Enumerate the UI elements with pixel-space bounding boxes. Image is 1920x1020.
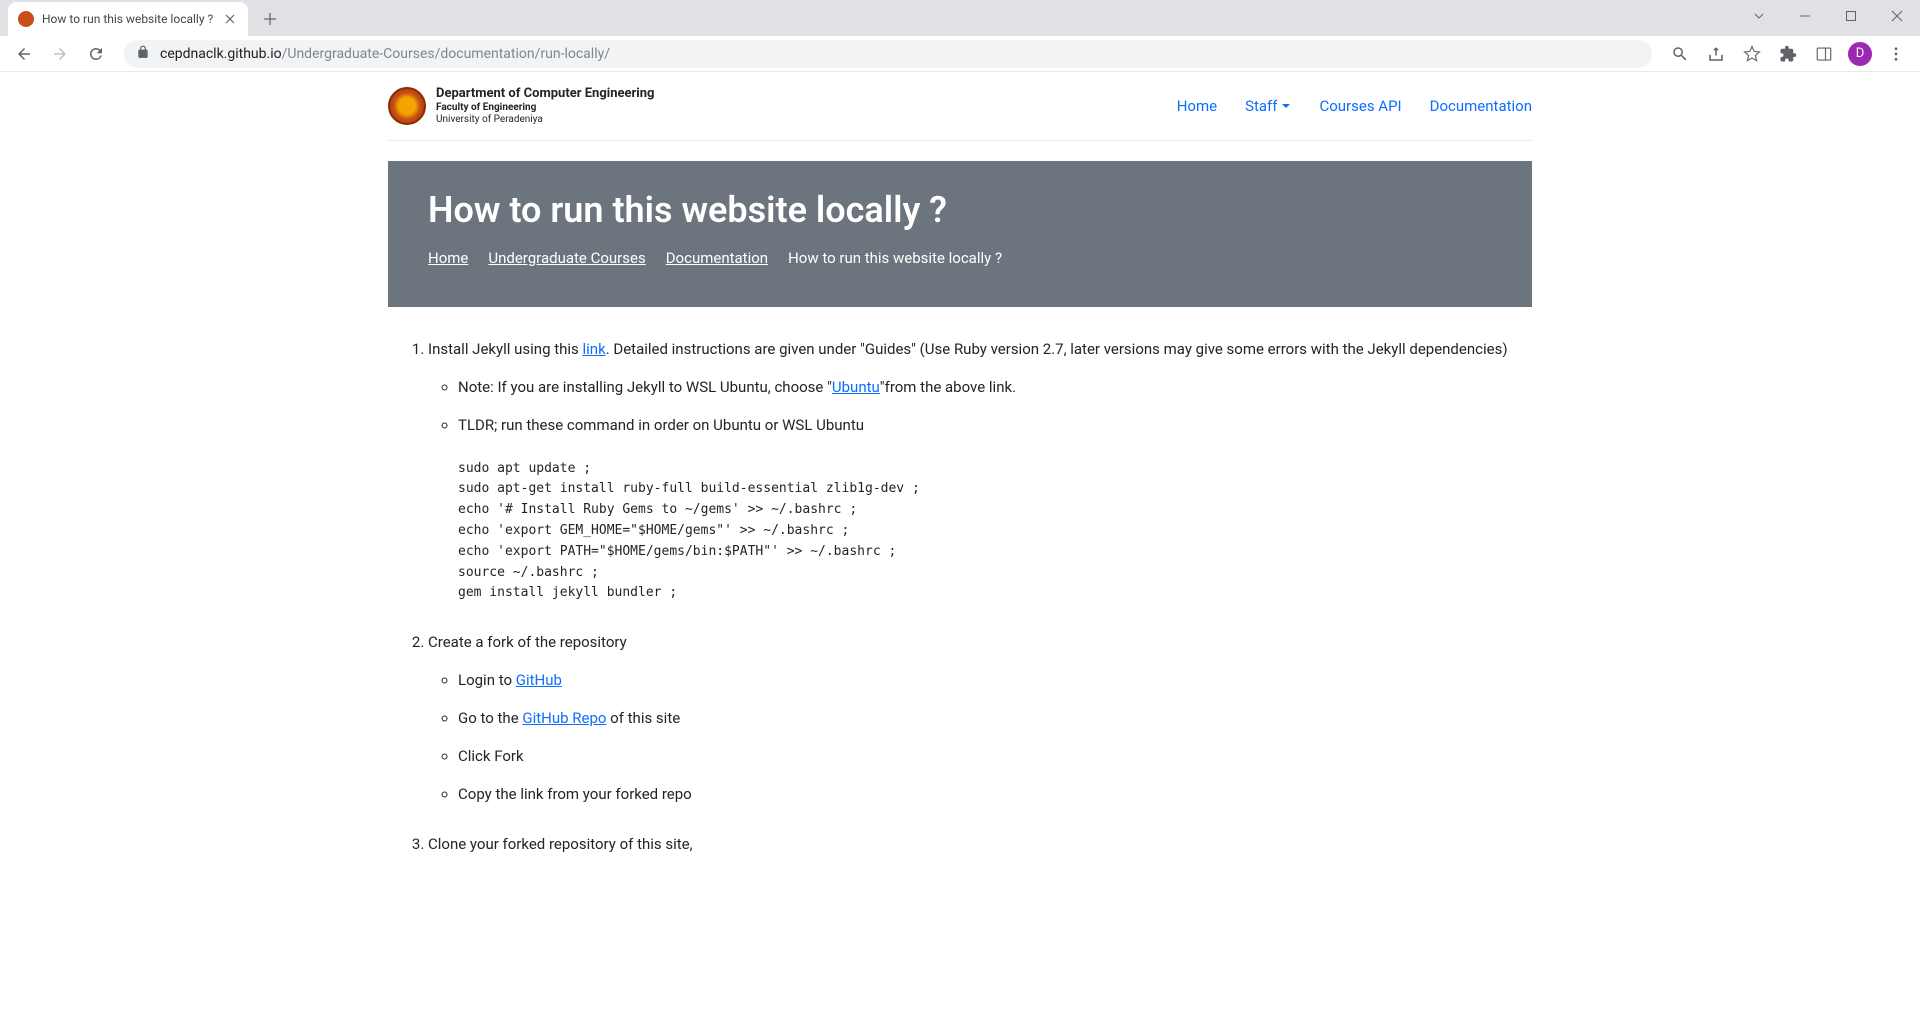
jekyll-link[interactable]: link: [583, 340, 606, 358]
step-2: Create a fork of the repository Login to…: [428, 630, 1512, 806]
breadcrumb-undergrad[interactable]: Undergraduate Courses: [488, 249, 645, 267]
step1-tldr-text: TLDR; run these command in order on Ubun…: [458, 416, 864, 434]
url-host: cepdnaclk.github.io: [160, 46, 282, 62]
step1-note-post: "from the above link.: [880, 378, 1016, 396]
forward-button[interactable]: [44, 38, 76, 70]
breadcrumb: Home Undergraduate Courses Documentation…: [428, 249, 1492, 267]
nav-documentation[interactable]: Documentation: [1430, 97, 1532, 115]
zoom-icon[interactable]: [1664, 38, 1696, 70]
breadcrumb-home[interactable]: Home: [428, 249, 468, 267]
steps-list: Install Jekyll using this link. Detailed…: [408, 337, 1512, 857]
step2-sublist: Login to GitHub Go to the GitHub Repo of…: [428, 668, 1512, 806]
step2-text: Create a fork of the repository: [428, 633, 627, 651]
ubuntu-link[interactable]: Ubuntu: [832, 378, 880, 396]
step1-tldr: TLDR; run these command in order on Ubun…: [458, 413, 1512, 605]
page-container: Department of Computer Engineering Facul…: [388, 72, 1532, 922]
step3-text: Clone your forked repository of this sit…: [428, 835, 693, 853]
menu-button[interactable]: [1880, 38, 1912, 70]
reload-button[interactable]: [80, 38, 112, 70]
share-icon[interactable]: [1700, 38, 1732, 70]
step2-login: Login to GitHub: [458, 668, 1512, 692]
nav-staff-label: Staff: [1245, 97, 1277, 115]
step2-fork: Click Fork: [458, 744, 1512, 768]
step1-note: Note: If you are installing Jekyll to WS…: [458, 375, 1512, 399]
logo-title: Department of Computer Engineering: [436, 86, 654, 102]
tab-close-button[interactable]: [222, 11, 238, 27]
logo-block[interactable]: Department of Computer Engineering Facul…: [388, 86, 654, 126]
tab-title: How to run this website locally ?: [42, 12, 214, 26]
profile-badge: D: [1848, 42, 1872, 66]
step2-goto: Go to the GitHub Repo of this site: [458, 706, 1512, 730]
step1-text-post: . Detailed instructions are given under …: [606, 340, 1508, 358]
bookmark-icon[interactable]: [1736, 38, 1768, 70]
window-controls: [1736, 0, 1920, 32]
lock-icon: [136, 45, 150, 63]
window-close-button[interactable]: [1874, 0, 1920, 32]
side-panel-icon[interactable]: [1808, 38, 1840, 70]
address-bar-row: cepdnaclk.github.io/Undergraduate-Course…: [0, 36, 1920, 72]
nav-courses-api[interactable]: Courses API: [1319, 97, 1401, 115]
window-minimize-button[interactable]: [1782, 0, 1828, 32]
url-path: /Undergraduate-Courses/documentation/run…: [282, 46, 610, 62]
nav-home[interactable]: Home: [1177, 97, 1217, 115]
logo-text: Department of Computer Engineering Facul…: [436, 86, 654, 126]
toolbar-right: D: [1664, 38, 1912, 70]
breadcrumb-doc[interactable]: Documentation: [666, 249, 768, 267]
browser-chrome: How to run this website locally ? cepdna…: [0, 0, 1920, 72]
caret-down-icon: [1281, 101, 1291, 111]
favicon-icon: [18, 11, 34, 27]
window-minimize-dropdown-icon[interactable]: [1736, 0, 1782, 32]
github-link[interactable]: GitHub: [516, 671, 562, 689]
step1-text-pre: Install Jekyll using this: [428, 340, 583, 358]
step2-a-pre: Login to: [458, 671, 516, 689]
page-viewport[interactable]: Department of Computer Engineering Facul…: [0, 72, 1920, 1020]
logo-subtitle2: University of Peradeniya: [436, 114, 654, 126]
site-header: Department of Computer Engineering Facul…: [388, 72, 1532, 141]
window-maximize-button[interactable]: [1828, 0, 1874, 32]
step1-sublist: Note: If you are installing Jekyll to WS…: [428, 375, 1512, 605]
new-tab-button[interactable]: [256, 5, 284, 33]
content: Install Jekyll using this link. Detailed…: [388, 307, 1532, 857]
hero: How to run this website locally ? Home U…: [388, 161, 1532, 307]
step1-note-pre: Note: If you are installing Jekyll to WS…: [458, 378, 832, 396]
step-3: Clone your forked repository of this sit…: [428, 832, 1512, 856]
nav-links: Home Staff Courses API Documentation: [1177, 97, 1532, 115]
nav-staff[interactable]: Staff: [1245, 97, 1291, 115]
step2-b-post: of this site: [606, 709, 680, 727]
profile-button[interactable]: D: [1844, 38, 1876, 70]
step2-b-pre: Go to the: [458, 709, 522, 727]
extensions-icon[interactable]: [1772, 38, 1804, 70]
step-1: Install Jekyll using this link. Detailed…: [428, 337, 1512, 605]
logo-icon: [388, 87, 426, 125]
logo-subtitle1: Faculty of Engineering: [436, 102, 654, 114]
page-title: How to run this website locally ?: [428, 189, 1492, 231]
github-repo-link[interactable]: GitHub Repo: [522, 709, 606, 727]
code-block: sudo apt update ; sudo apt-get install r…: [458, 459, 1512, 605]
back-button[interactable]: [8, 38, 40, 70]
address-bar[interactable]: cepdnaclk.github.io/Undergraduate-Course…: [124, 40, 1652, 68]
tab-bar: How to run this website locally ?: [0, 0, 1920, 36]
step2-copy: Copy the link from your forked repo: [458, 782, 1512, 806]
breadcrumb-current: How to run this website locally ?: [788, 249, 1002, 267]
browser-tab[interactable]: How to run this website locally ?: [8, 2, 248, 36]
